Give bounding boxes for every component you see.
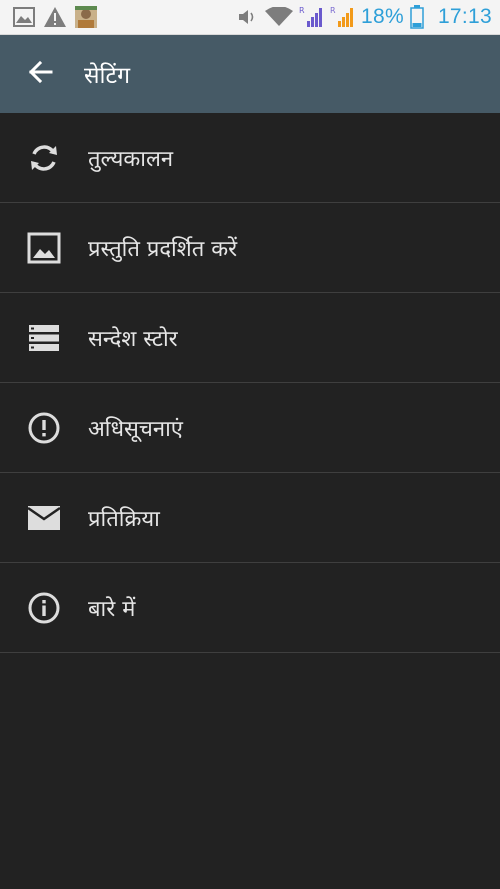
svg-text:R: R: [299, 6, 305, 15]
status-bar: R R 18% 17:13: [0, 0, 500, 35]
page-title: सेटिंग: [84, 63, 131, 89]
battery-percentage: 18%: [361, 5, 404, 28]
settings-item-label: प्रतिक्रिया: [88, 506, 160, 532]
settings-item-label: सन्देश स्टोर: [88, 326, 178, 352]
image-notification-icon: [12, 5, 36, 29]
back-button[interactable]: [20, 54, 60, 94]
settings-list: तुल्यकालन प्रस्तुति प्रदर्शित करें सन्दे…: [0, 113, 500, 653]
settings-item-sync[interactable]: तुल्यकालन: [0, 113, 500, 203]
volume-icon: [235, 5, 259, 29]
settings-item-message-store[interactable]: सन्देश स्टोर: [0, 293, 500, 383]
image-icon: [26, 230, 62, 266]
signal-r-orange-icon: R: [330, 5, 356, 29]
info-icon: [26, 590, 62, 626]
storage-icon: [26, 320, 62, 356]
status-bar-notifications: [0, 5, 98, 29]
settings-item-label: तुल्यकालन: [88, 146, 174, 172]
settings-item-label: अधिसूचनाएं: [88, 416, 183, 442]
settings-item-about[interactable]: बारे में: [0, 563, 500, 653]
settings-item-display[interactable]: प्रस्तुति प्रदर्शित करें: [0, 203, 500, 293]
alert-circle-icon: [26, 410, 62, 446]
settings-item-notifications[interactable]: अधिसूचनाएं: [0, 383, 500, 473]
clock: 17:13: [437, 5, 492, 28]
battery-icon: [409, 5, 425, 29]
contact-photo-notification-icon: [74, 5, 98, 29]
wifi-icon: [264, 5, 294, 29]
sync-icon: [26, 140, 62, 176]
svg-text:R: R: [330, 6, 336, 15]
arrow-back-icon: [27, 60, 53, 88]
status-bar-system: R R 18% 17:13: [235, 5, 500, 29]
warning-notification-icon: [43, 5, 67, 29]
settings-item-label: प्रस्तुति प्रदर्शित करें: [88, 236, 238, 262]
app-bar: सेटिंग: [0, 35, 500, 113]
signal-r-icon: R: [299, 5, 325, 29]
settings-item-feedback[interactable]: प्रतिक्रिया: [0, 473, 500, 563]
mail-icon: [26, 500, 62, 536]
settings-item-label: बारे में: [88, 596, 136, 622]
